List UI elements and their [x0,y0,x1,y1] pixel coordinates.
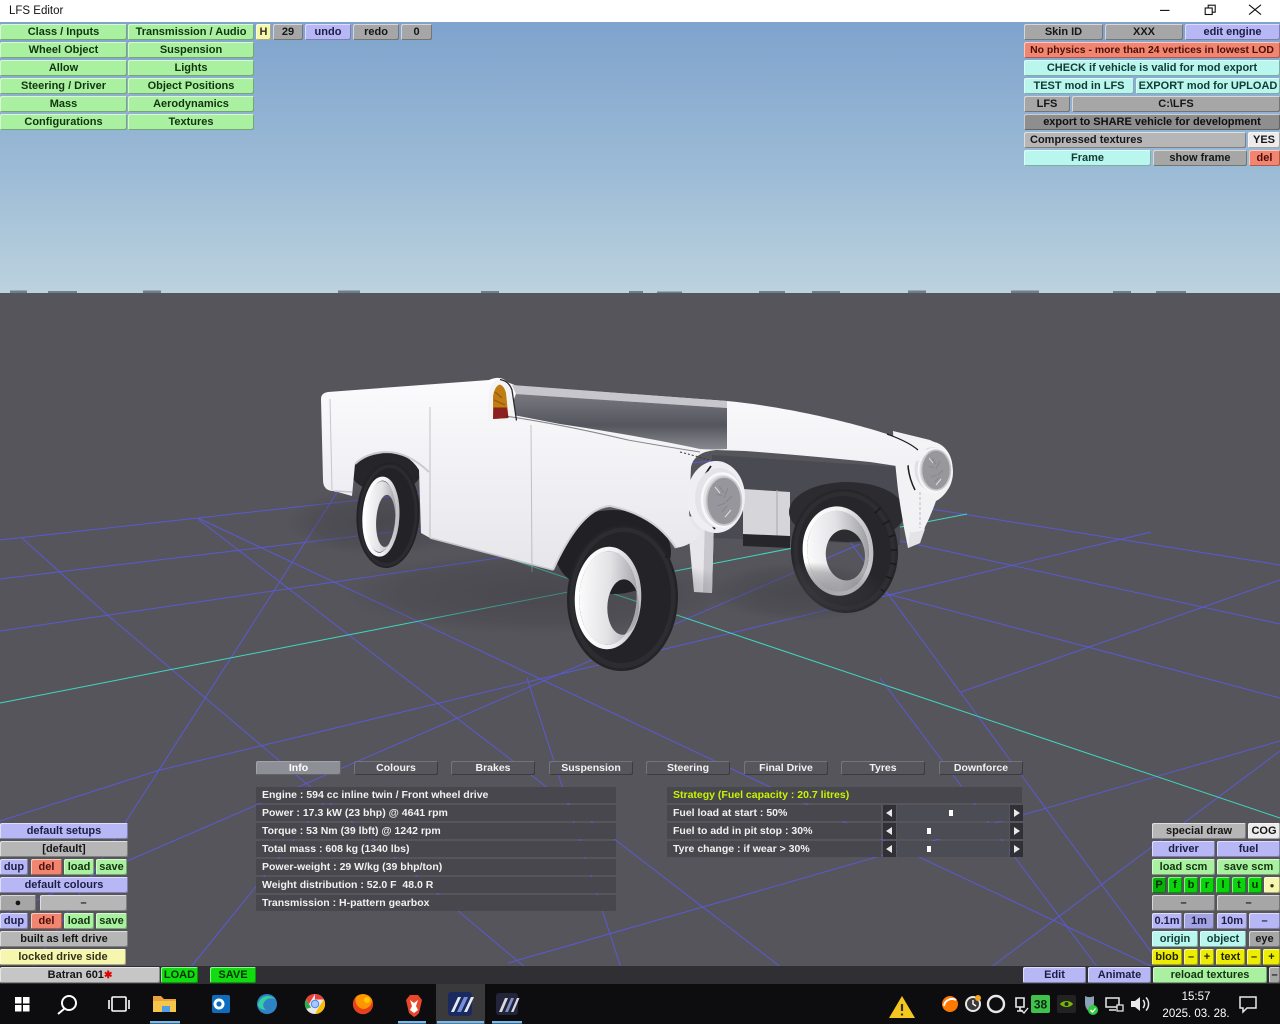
svg-text:15:57: 15:57 [1182,991,1211,1003]
svg-text:2025. 03. 28.: 2025. 03. 28. [1162,1008,1229,1020]
svg-text:38: 38 [1034,998,1048,1012]
